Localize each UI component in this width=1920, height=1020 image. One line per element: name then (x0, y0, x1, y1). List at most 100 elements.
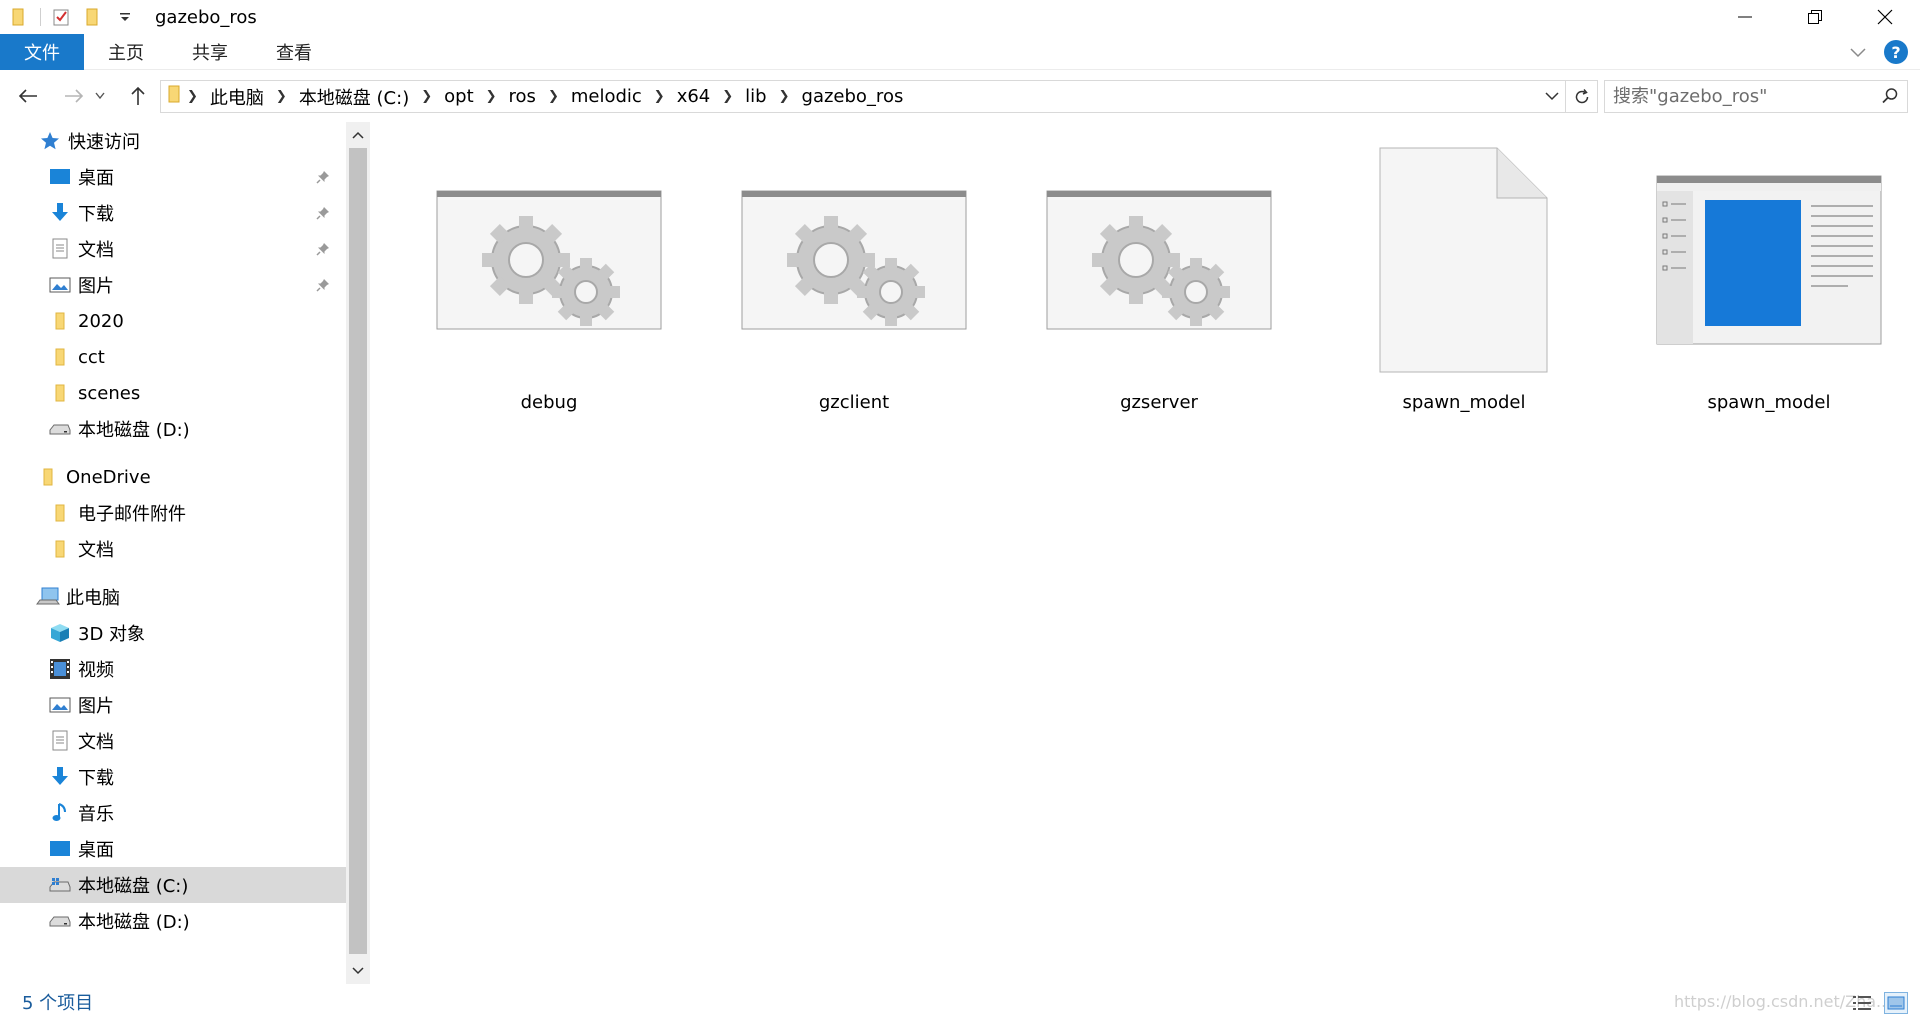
sidebar-item-email-attachments[interactable]: 电子邮件附件 (0, 495, 346, 531)
breadcrumb-item[interactable]: x64 (669, 86, 719, 107)
chevron-right-icon[interactable]: ❯ (718, 89, 737, 104)
sidebar-item-drive-d[interactable]: 本地磁盘 (D:) (0, 411, 346, 447)
sidebar-item-drive-c[interactable]: 本地磁盘 (C:) (0, 867, 346, 903)
chevron-right-icon[interactable]: ❯ (482, 89, 501, 104)
refresh-button[interactable] (1566, 80, 1598, 113)
tab-share[interactable]: 共享 (168, 34, 252, 70)
sidebar-item-folder-2020[interactable]: 2020 (0, 303, 346, 339)
sidebar-item-pc-pictures[interactable]: 图片 (0, 687, 346, 723)
document-icon (48, 729, 72, 753)
breadcrumb-item[interactable]: melodic (563, 86, 650, 107)
sidebar-item-pc-desktop[interactable]: 桌面 (0, 831, 346, 867)
breadcrumb-item[interactable]: lib (737, 86, 774, 107)
file-item[interactable]: spawn_model (1634, 122, 1904, 422)
executable-gears-icon (719, 142, 989, 378)
search-box[interactable] (1604, 80, 1908, 113)
sidebar-item-pc-downloads[interactable]: 下载 (0, 759, 346, 795)
folder-icon (48, 381, 72, 405)
pin-icon[interactable] (316, 276, 330, 297)
sidebar-item-documents[interactable]: 文档 (0, 231, 346, 267)
file-name: gzclient (818, 392, 890, 413)
close-button[interactable] (1850, 0, 1920, 34)
search-icon[interactable] (1881, 87, 1899, 110)
folder-icon (48, 345, 72, 369)
breadcrumb-item[interactable]: 此电脑 (202, 84, 272, 110)
file-item[interactable]: gzserver (1024, 122, 1294, 422)
file-name: debug (520, 392, 578, 413)
file-item[interactable]: debug (414, 122, 684, 422)
navigation-pane: 快速访问 桌面 下载 文档 图片 2020 cct scenes 本地磁盘 (D… (0, 122, 346, 984)
properties-icon[interactable] (45, 0, 77, 34)
customize-toolbar-icon[interactable] (109, 0, 141, 34)
breadcrumb: ❯ 此电脑 ❯ 本地磁盘 (C:) ❯ opt ❯ ros ❯ melodic … (161, 81, 911, 112)
sidebar-item-pc-drive-d[interactable]: 本地磁盘 (D:) (0, 903, 346, 939)
folder-icon (36, 465, 60, 489)
tab-view[interactable]: 查看 (252, 34, 336, 70)
sidebar-item-onedrive[interactable]: OneDrive (0, 459, 346, 495)
sidebar-item-pc-documents[interactable]: 文档 (0, 723, 346, 759)
recent-locations-icon[interactable] (90, 78, 110, 114)
breadcrumb-item[interactable]: ros (501, 86, 544, 107)
new-folder-icon[interactable] (77, 0, 109, 34)
address-dropdown-icon[interactable] (1539, 81, 1565, 112)
scrollbar-thumb[interactable] (349, 148, 367, 954)
sidebar-item-music[interactable]: 音乐 (0, 795, 346, 831)
folder-icon (48, 501, 72, 525)
file-item[interactable]: gzclient (719, 122, 989, 422)
ribbon-right-controls: ? (1850, 34, 1908, 70)
sidebar-item-folder-scenes[interactable]: scenes (0, 375, 346, 411)
tab-home[interactable]: 主页 (84, 34, 168, 70)
restore-button[interactable] (1780, 0, 1850, 34)
desktop-icon (48, 837, 72, 861)
help-icon[interactable]: ? (1884, 40, 1908, 64)
forward-button[interactable] (56, 78, 92, 114)
file-item[interactable]: spawn_model (1329, 122, 1599, 422)
picture-icon (48, 273, 72, 297)
scroll-up-icon[interactable] (346, 122, 370, 148)
back-button[interactable] (10, 78, 46, 114)
pin-icon[interactable] (316, 168, 330, 189)
folder-icon (167, 84, 183, 109)
view-toggle (1850, 992, 1908, 1014)
chevron-right-icon[interactable]: ❯ (183, 89, 202, 104)
large-icons-view-icon[interactable] (1884, 992, 1908, 1014)
tab-file[interactable]: 文件 (0, 33, 84, 70)
sidebar-item-quick-access[interactable]: 快速访问 (0, 123, 346, 159)
drive-icon (48, 909, 72, 933)
breadcrumb-item[interactable]: gazebo_ros (794, 86, 912, 107)
breadcrumb-item[interactable]: opt (436, 86, 482, 107)
address-bar[interactable]: ❯ 此电脑 ❯ 本地磁盘 (C:) ❯ opt ❯ ros ❯ melodic … (160, 80, 1566, 113)
chevron-right-icon[interactable]: ❯ (775, 89, 794, 104)
search-input[interactable] (1613, 86, 1863, 107)
sidebar-item-pictures[interactable]: 图片 (0, 267, 346, 303)
sidebar-item-3d-objects[interactable]: 3D 对象 (0, 615, 346, 651)
chevron-right-icon[interactable]: ❯ (272, 89, 291, 104)
expand-ribbon-icon[interactable] (1850, 43, 1866, 62)
toolbar-divider (40, 8, 41, 26)
picture-icon (48, 693, 72, 717)
breadcrumb-item[interactable]: 本地磁盘 (C:) (291, 84, 417, 110)
sidebar-item-folder-cct[interactable]: cct (0, 339, 346, 375)
sidebar-item-downloads[interactable]: 下载 (0, 195, 346, 231)
chevron-right-icon[interactable]: ❯ (544, 89, 563, 104)
folder-icon (48, 537, 72, 561)
sidebar-item-this-pc[interactable]: 此电脑 (0, 579, 346, 615)
minimize-button[interactable] (1710, 0, 1780, 34)
blank-file-icon (1329, 142, 1599, 378)
sidebar-item-videos[interactable]: 视频 (0, 651, 346, 687)
music-note-icon (48, 801, 72, 825)
executable-gears-icon (1024, 142, 1294, 378)
details-view-icon[interactable] (1850, 992, 1874, 1014)
scroll-down-icon[interactable] (346, 958, 370, 984)
sidebar-item-desktop[interactable]: 桌面 (0, 159, 346, 195)
title-bar: gazebo_ros (0, 0, 1920, 34)
up-button[interactable] (120, 78, 156, 114)
navigation-pane-scrollbar[interactable] (346, 122, 370, 984)
pin-icon[interactable] (316, 204, 330, 225)
chevron-right-icon[interactable]: ❯ (417, 89, 436, 104)
chevron-right-icon[interactable]: ❯ (650, 89, 669, 104)
sidebar-item-onedrive-documents[interactable]: 文档 (0, 531, 346, 567)
system-drive-icon (48, 873, 72, 897)
pin-icon[interactable] (316, 240, 330, 261)
item-count: 5 个项目 (22, 993, 94, 1014)
